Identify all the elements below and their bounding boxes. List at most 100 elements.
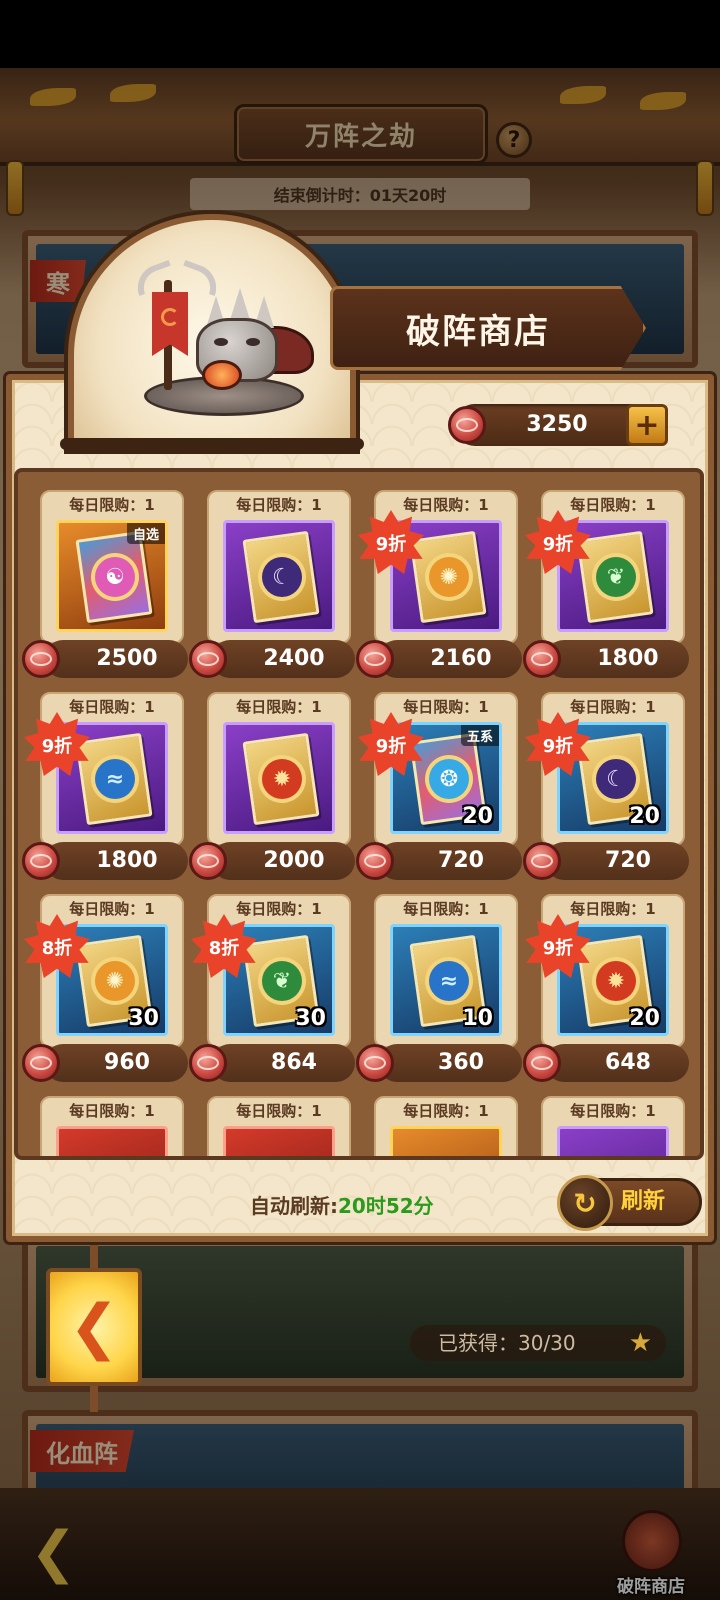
item-icon-frame: ☯ 自选 [56, 520, 168, 632]
purchase-limit: 每日限购：1 [236, 900, 322, 918]
shop-item[interactable]: 每日限购：1 ≈10 360 [356, 894, 526, 1084]
refresh-icon: ↻ [557, 1175, 613, 1231]
price-coin-icon [523, 1044, 561, 1082]
item-quantity: 20 [629, 1006, 660, 1031]
item-icon-frame: ✹ [223, 722, 335, 834]
price-coin-icon [356, 640, 394, 678]
item-price: 360 [378, 1044, 522, 1082]
back-arrow-icon: ❮ [68, 1292, 120, 1362]
sun-element-icon: ✺ [95, 961, 135, 1001]
shop-item[interactable]: 每日限购：1 [523, 1096, 693, 1156]
purchase-limit: 每日限购：1 [69, 900, 155, 918]
refresh-label: 刷新 [621, 1189, 666, 1214]
shop-item[interactable]: 每日限购：1 [22, 1096, 192, 1156]
price-coin-icon [356, 1044, 394, 1082]
purchase-limit: 每日限购：1 [403, 698, 489, 716]
item-quantity: 30 [295, 1006, 326, 1031]
item-icon-frame [557, 1126, 669, 1156]
item-price: 1800 [545, 640, 689, 678]
shop-item[interactable]: 每日限购：1 ❦ 30 8折 864 [189, 894, 359, 1084]
price-coin-icon [22, 1044, 60, 1082]
price-coin-icon [523, 640, 561, 678]
item-icon-frame [390, 1126, 502, 1156]
purchase-limit: 每日限购：1 [403, 496, 489, 514]
moon-element-icon: ☾ [596, 759, 636, 799]
item-icon-frame [56, 1126, 168, 1156]
price-coin-icon [189, 1044, 227, 1082]
price-coin-icon [189, 842, 227, 880]
helmet-eye [214, 338, 228, 346]
price-coin-icon [22, 842, 60, 880]
shop-item[interactable]: 每日限购：1 [189, 1096, 359, 1156]
flag-spiral [161, 308, 179, 326]
item-quantity: 30 [128, 1006, 159, 1031]
item-price: 960 [44, 1044, 188, 1082]
obtained-text: 已获得：30/30 [438, 1331, 576, 1355]
water-element-icon: ≈ [95, 759, 135, 799]
yin-element-icon: ☯ [95, 557, 135, 597]
auto-refresh-time: 20时52分 [338, 1194, 434, 1218]
item-quantity: 10 [462, 1006, 493, 1031]
shop-item[interactable]: 每日限购：1 ☯ 自选 2500 [22, 490, 192, 680]
item-price: 864 [211, 1044, 355, 1082]
item-icon-frame: ☾ [223, 520, 335, 632]
purchase-limit: 每日限购：1 [236, 698, 322, 716]
shop-item-grid[interactable]: 每日限购：1 ☯ 自选 2500 每日限购：1 ☾ 2400 每日限购：1 ✺ 9折 2160 每日限… [14, 468, 704, 1160]
moon-element-icon: ☾ [262, 557, 302, 597]
item-tag: 自选 [126, 523, 165, 544]
purchase-limit: 每日限购：1 [570, 1102, 656, 1120]
shop-item[interactable]: 每日限购：1 ✺ 30 8折 960 [22, 894, 192, 1084]
item-price: 2160 [378, 640, 522, 678]
shop-item[interactable]: 每日限购：1 ☾ 20 9折 720 [523, 692, 693, 882]
item-tag: 五系 [460, 725, 499, 746]
item-icon-frame: ≈10 [390, 924, 502, 1036]
purchase-limit: 每日限购：1 [69, 698, 155, 716]
shop-item[interactable]: 每日限购：1 ❂ 20 五系 9折 720 [356, 692, 526, 882]
item-price: 648 [545, 1044, 689, 1082]
currency-amount: 3250 [526, 412, 588, 437]
item-icon-frame [223, 1126, 335, 1156]
purchase-limit: 每日限购：1 [69, 496, 155, 514]
shop-item[interactable]: 每日限购：1 ≈9折 1800 [22, 692, 192, 882]
purchase-limit: 每日限购：1 [403, 900, 489, 918]
wood-element-icon: ❦ [262, 961, 302, 1001]
shop-item[interactable]: 每日限购：1 ✺ 9折 2160 [356, 490, 526, 680]
shop-item[interactable]: 每日限购：1 ❦ 9折 1800 [523, 490, 693, 680]
add-currency-button[interactable]: + [626, 404, 668, 446]
price-coin-icon [523, 842, 561, 880]
item-price: 2000 [211, 842, 355, 880]
price-coin-icon [356, 842, 394, 880]
shop-title-ribbon: 破阵商店 [330, 286, 646, 370]
item-price: 720 [378, 842, 522, 880]
item-price: 2400 [211, 640, 355, 678]
purchase-limit: 每日限购：1 [236, 496, 322, 514]
purchase-limit: 每日限购：1 [570, 698, 656, 716]
shop-item[interactable]: 每日限购：1 ✹ 20 9折 648 [523, 894, 693, 1084]
auto-refresh-info: 自动刷新:20时52分 [250, 1190, 434, 1219]
shop-title: 破阵商店 [406, 311, 550, 352]
shop-item[interactable]: 每日限购：1 ✹ 2000 [189, 692, 359, 882]
sun-element-icon: ✺ [429, 557, 469, 597]
fire-element-icon: ✹ [262, 759, 302, 799]
spirit-element-icon: ❂ [429, 759, 469, 799]
item-quantity: 20 [462, 804, 493, 829]
shield-icon [202, 360, 242, 390]
shop-item[interactable]: 每日限购：1 [356, 1096, 526, 1156]
wood-element-icon: ❦ [596, 557, 636, 597]
shop-item[interactable]: 每日限购：1 ☾ 2400 [189, 490, 359, 680]
obtained-counter: 已获得：30/30 ★ [410, 1325, 666, 1361]
helmet-eye [246, 338, 260, 346]
back-button[interactable]: ❮ [46, 1268, 142, 1386]
refresh-button[interactable]: ↻ 刷新 [557, 1175, 702, 1231]
water-element-icon: ≈ [429, 961, 469, 1001]
purchase-limit: 每日限购：1 [403, 1102, 489, 1120]
purchase-limit: 每日限购：1 [236, 1102, 322, 1120]
price-coin-icon [189, 640, 227, 678]
item-price: 720 [545, 842, 689, 880]
status-bar [0, 0, 720, 68]
purchase-limit: 每日限购：1 [570, 496, 656, 514]
item-quantity: 20 [629, 804, 660, 829]
auto-refresh-label: 自动刷新: [250, 1194, 338, 1218]
star-icon: ★ [628, 1328, 652, 1358]
price-coin-icon [22, 640, 60, 678]
